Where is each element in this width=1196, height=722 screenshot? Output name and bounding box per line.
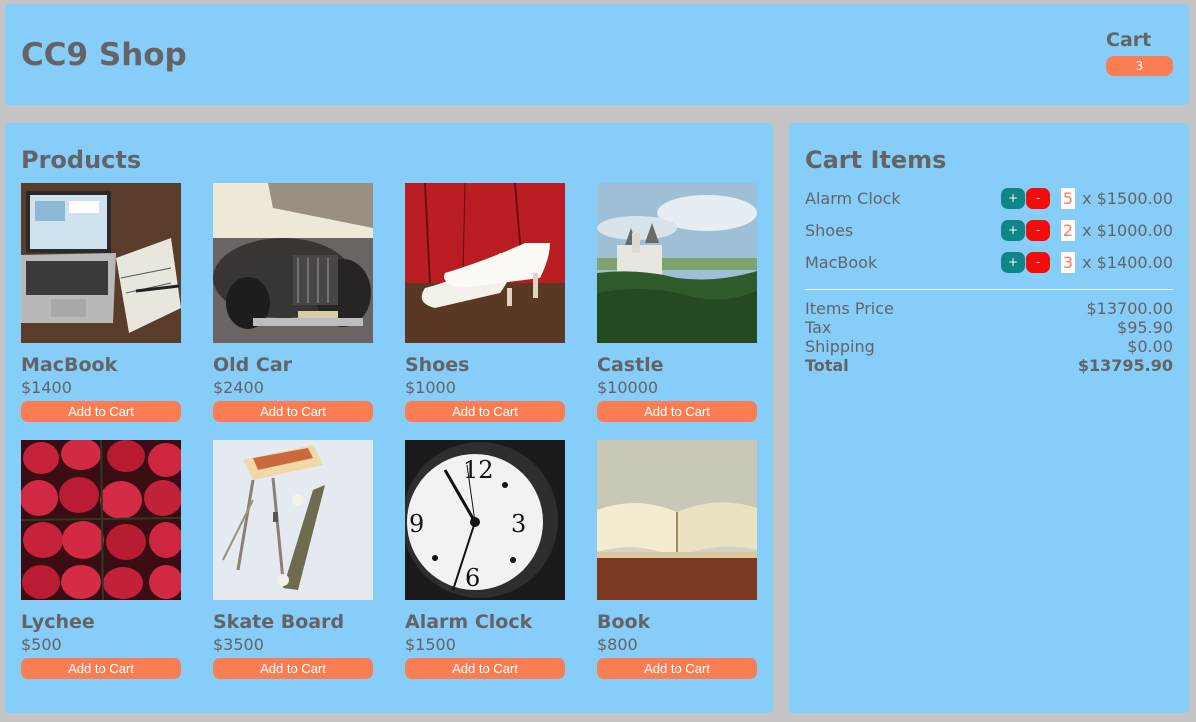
summary-shipping: Shipping $0.00 bbox=[805, 337, 1173, 356]
cart-item-price: x $1400.00 bbox=[1082, 253, 1173, 272]
cart-panel: Cart Items Alarm Clock + - 5 x $1500.00 … bbox=[789, 123, 1189, 713]
cart-item-name: MacBook bbox=[805, 253, 878, 272]
cart-count-badge[interactable]: 3 bbox=[1106, 56, 1173, 76]
svg-text:9: 9 bbox=[409, 510, 424, 538]
product-card: 12 3 6 9 Alarm Clock $1500 Add to Cart bbox=[405, 440, 565, 679]
product-card: Skate Board $3500 Add to Cart bbox=[213, 440, 373, 679]
product-name: Shoes bbox=[405, 354, 470, 376]
product-card: Old Car $2400 Add to Cart bbox=[213, 183, 373, 422]
decrease-qty-button[interactable]: - bbox=[1026, 188, 1050, 209]
product-price: $1500 bbox=[405, 635, 456, 654]
cart-item: Alarm Clock + - 5 x $1500.00 bbox=[805, 187, 1173, 209]
cart-divider bbox=[805, 289, 1173, 290]
product-name: Castle bbox=[597, 354, 664, 376]
product-card: Lychee $500 Add to Cart bbox=[21, 440, 181, 679]
product-card: Book $800 Add to Cart bbox=[597, 440, 757, 679]
summary-label: Tax bbox=[805, 318, 832, 337]
increase-qty-button[interactable]: + bbox=[1001, 188, 1025, 209]
summary-value: $0.00 bbox=[1127, 337, 1173, 356]
add-to-cart-button[interactable]: Add to Cart bbox=[213, 658, 373, 679]
summary-tax: Tax $95.90 bbox=[805, 318, 1173, 337]
product-name: Alarm Clock bbox=[405, 611, 533, 633]
white-shoes-photo[interactable] bbox=[405, 183, 565, 343]
add-to-cart-button[interactable]: Add to Cart bbox=[405, 401, 565, 422]
product-price: $500 bbox=[21, 635, 62, 654]
product-card: Castle $10000 Add to Cart bbox=[597, 183, 757, 422]
cart-item-price: x $1000.00 bbox=[1082, 221, 1173, 240]
products-heading: Products bbox=[21, 146, 142, 174]
cart-item-name: Shoes bbox=[805, 221, 854, 240]
product-name: Lychee bbox=[21, 611, 95, 633]
decrease-qty-button[interactable]: - bbox=[1026, 252, 1050, 273]
product-price: $1000 bbox=[405, 378, 456, 397]
cart-item-price: x $1500.00 bbox=[1082, 189, 1173, 208]
product-name: Book bbox=[597, 611, 651, 633]
summary-total: Total $13795.90 bbox=[805, 356, 1173, 375]
add-to-cart-button[interactable]: Add to Cart bbox=[21, 401, 181, 422]
products-panel: Products MacBook $1400 Add to Cart Old C… bbox=[5, 123, 773, 713]
summary-label: Items Price bbox=[805, 299, 894, 318]
castle-photo[interactable] bbox=[597, 183, 757, 343]
summary-value: $13700.00 bbox=[1086, 299, 1173, 318]
add-to-cart-button[interactable]: Add to Cart bbox=[213, 401, 373, 422]
old-car-photo[interactable] bbox=[213, 183, 373, 343]
book-photo[interactable] bbox=[597, 440, 757, 600]
laptop-photo[interactable] bbox=[21, 183, 181, 343]
cart-item: Shoes + - 2 x $1000.00 bbox=[805, 219, 1173, 241]
product-price: $3500 bbox=[213, 635, 264, 654]
cart-item-qty: 3 bbox=[1061, 252, 1075, 273]
cart-item: MacBook + - 3 x $1400.00 bbox=[805, 251, 1173, 273]
summary-label: Total bbox=[805, 356, 849, 375]
product-name: MacBook bbox=[21, 354, 118, 376]
summary-items-price: Items Price $13700.00 bbox=[805, 299, 1173, 318]
skateboard-photo[interactable] bbox=[213, 440, 373, 600]
cart-link[interactable]: Cart bbox=[1106, 29, 1151, 51]
product-card: Shoes $1000 Add to Cart bbox=[405, 183, 565, 422]
shop-title: CC9 Shop bbox=[21, 37, 187, 73]
product-name: Skate Board bbox=[213, 611, 345, 633]
strawberries-photo[interactable] bbox=[21, 440, 181, 600]
add-to-cart-button[interactable]: Add to Cart bbox=[597, 658, 757, 679]
add-to-cart-button[interactable]: Add to Cart bbox=[21, 658, 181, 679]
summary-value: $13795.90 bbox=[1077, 356, 1173, 375]
cart-heading: Cart Items bbox=[805, 146, 947, 174]
summary-value: $95.90 bbox=[1117, 318, 1173, 337]
header-bar: CC9 Shop Cart 3 bbox=[5, 4, 1189, 105]
cart-item-name: Alarm Clock bbox=[805, 189, 901, 208]
increase-qty-button[interactable]: + bbox=[1001, 220, 1025, 241]
summary-label: Shipping bbox=[805, 337, 875, 356]
svg-text:6: 6 bbox=[465, 564, 480, 592]
product-price: $2400 bbox=[213, 378, 264, 397]
increase-qty-button[interactable]: + bbox=[1001, 252, 1025, 273]
product-price: $800 bbox=[597, 635, 638, 654]
product-price: $10000 bbox=[597, 378, 659, 397]
product-price: $1400 bbox=[21, 378, 72, 397]
svg-text:3: 3 bbox=[511, 510, 526, 538]
product-card: MacBook $1400 Add to Cart bbox=[21, 183, 181, 422]
clock-photo[interactable]: 12 3 6 9 bbox=[405, 440, 565, 600]
cart-item-qty: 2 bbox=[1061, 220, 1075, 241]
add-to-cart-button[interactable]: Add to Cart bbox=[597, 401, 757, 422]
decrease-qty-button[interactable]: - bbox=[1026, 220, 1050, 241]
cart-item-qty: 5 bbox=[1061, 188, 1075, 209]
product-name: Old Car bbox=[213, 354, 293, 376]
add-to-cart-button[interactable]: Add to Cart bbox=[405, 658, 565, 679]
